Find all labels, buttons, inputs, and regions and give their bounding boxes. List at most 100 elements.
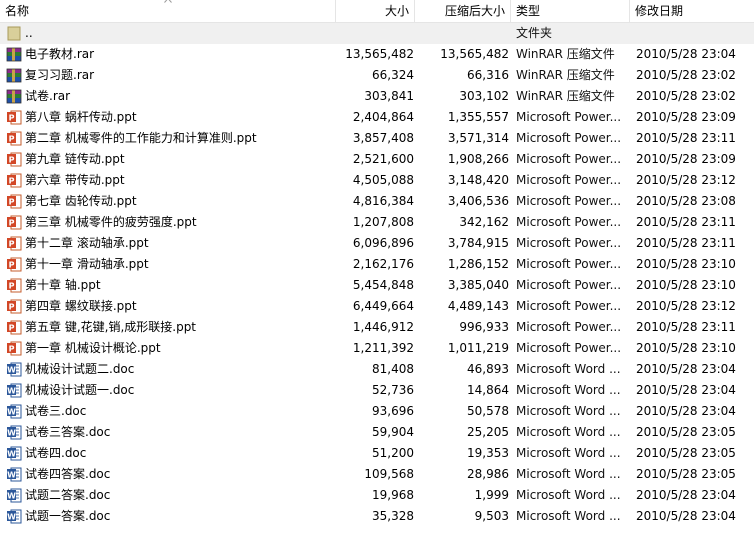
file-packed-size: 303,102 bbox=[459, 89, 509, 103]
file-name-cell: 电子教材.rar bbox=[5, 44, 335, 65]
file-type: Microsoft Power... bbox=[516, 257, 622, 271]
file-packed-size: 3,385,040 bbox=[447, 278, 509, 292]
column-header-modified[interactable]: 修改日期 bbox=[630, 0, 754, 22]
file-row[interactable]: W 试题二答案.doc 19,968 1,999 Microsoft Word … bbox=[0, 485, 754, 506]
svg-text:P: P bbox=[9, 260, 15, 269]
file-row[interactable]: W 试卷三答案.doc 59,904 25,205 Microsoft Word… bbox=[0, 422, 754, 443]
file-packed-size: 996,933 bbox=[459, 320, 509, 334]
file-row[interactable]: W 机械设计试题二.doc 81,408 46,893 Microsoft Wo… bbox=[0, 359, 754, 380]
file-modified: 2010/5/28 23:12 bbox=[636, 299, 736, 313]
file-row[interactable]: P 第十二章 滚动轴承.ppt 6,096,896 3,784,915 Micr… bbox=[0, 233, 754, 254]
svg-text:P: P bbox=[9, 197, 15, 206]
column-header-type[interactable]: 类型 bbox=[511, 0, 630, 22]
file-type: Microsoft Power... bbox=[516, 215, 622, 229]
file-packed-size: 13,565,482 bbox=[440, 47, 509, 61]
file-packed-size: 3,148,420 bbox=[447, 173, 509, 187]
file-row[interactable]: P 第三章 机械零件的疲劳强度.ppt 1,207,808 342,162 Mi… bbox=[0, 212, 754, 233]
file-modified: 2010/5/28 23:10 bbox=[636, 341, 736, 355]
powerpoint-file-icon: P bbox=[7, 236, 22, 251]
rar-archive-icon bbox=[6, 68, 22, 83]
file-row[interactable]: W 机械设计试题一.doc 52,736 14,864 Microsoft Wo… bbox=[0, 380, 754, 401]
file-type: Microsoft Word ... bbox=[516, 425, 621, 439]
file-packed-size: 1,908,266 bbox=[447, 152, 509, 166]
file-row[interactable]: P 第九章 链传动.ppt 2,521,600 1,908,266 Micros… bbox=[0, 149, 754, 170]
file-row[interactable]: P 第一章 机械设计概论.ppt 1,211,392 1,011,219 Mic… bbox=[0, 338, 754, 359]
file-row[interactable]: P 第四章 螺纹联接.ppt 6,449,664 4,489,143 Micro… bbox=[0, 296, 754, 317]
svg-text:W: W bbox=[7, 365, 16, 374]
file-name: 机械设计试题二.doc bbox=[25, 362, 135, 376]
file-name-cell: W 试卷四答案.doc bbox=[5, 464, 335, 485]
word-file-icon: W bbox=[7, 362, 22, 377]
file-size: 1,207,808 bbox=[352, 215, 414, 229]
file-type: Microsoft Word ... bbox=[516, 362, 621, 376]
svg-text:P: P bbox=[9, 344, 15, 353]
file-row[interactable]: P 第十一章 滑动轴承.ppt 2,162,176 1,286,152 Micr… bbox=[0, 254, 754, 275]
file-row[interactable]: W 试卷四.doc 51,200 19,353 Microsoft Word .… bbox=[0, 443, 754, 464]
powerpoint-file-icon: P bbox=[7, 215, 22, 230]
svg-text:W: W bbox=[7, 491, 16, 500]
file-row[interactable]: W 试卷四答案.doc 109,568 28,986 Microsoft Wor… bbox=[0, 464, 754, 485]
svg-text:P: P bbox=[9, 176, 15, 185]
file-size: 303,841 bbox=[364, 89, 414, 103]
column-header-name[interactable]: 名称 bbox=[0, 0, 336, 22]
file-row[interactable]: P 第十章 轴.ppt 5,454,848 3,385,040 Microsof… bbox=[0, 275, 754, 296]
parent-folder-row[interactable]: .. 文件夹 bbox=[0, 23, 754, 44]
file-name: 第一章 机械设计概论.ppt bbox=[25, 341, 161, 355]
file-row[interactable]: P 第二章 机械零件的工作能力和计算准则.ppt 3,857,408 3,571… bbox=[0, 128, 754, 149]
file-packed-size: 4,489,143 bbox=[447, 299, 509, 313]
file-packed-size: 3,406,536 bbox=[447, 194, 509, 208]
file-row[interactable]: 电子教材.rar 13,565,482 13,565,482 WinRAR 压缩… bbox=[0, 44, 754, 65]
svg-text:P: P bbox=[9, 323, 15, 332]
file-row[interactable]: P 第六章 带传动.ppt 4,505,088 3,148,420 Micros… bbox=[0, 170, 754, 191]
file-name-cell: P 第四章 螺纹联接.ppt bbox=[5, 296, 335, 317]
file-type: Microsoft Word ... bbox=[516, 509, 621, 523]
file-modified: 2010/5/28 23:11 bbox=[636, 236, 736, 250]
file-name-cell: P 第七章 齿轮传动.ppt bbox=[5, 191, 335, 212]
file-name-cell: P 第九章 链传动.ppt bbox=[5, 149, 335, 170]
file-name-cell: P 第一章 机械设计概论.ppt bbox=[5, 338, 335, 359]
file-name: 第七章 齿轮传动.ppt bbox=[25, 194, 137, 208]
file-row[interactable]: P 第七章 齿轮传动.ppt 4,816,384 3,406,536 Micro… bbox=[0, 191, 754, 212]
file-row[interactable]: P 第五章 键,花键,销,成形联接.ppt 1,446,912 996,933 … bbox=[0, 317, 754, 338]
file-row[interactable]: W 试卷三.doc 93,696 50,578 Microsoft Word .… bbox=[0, 401, 754, 422]
file-modified: 2010/5/28 23:08 bbox=[636, 194, 736, 208]
file-type: Microsoft Power... bbox=[516, 320, 622, 334]
file-packed-size: 3,784,915 bbox=[447, 236, 509, 250]
file-row[interactable]: 复习习题.rar 66,324 66,316 WinRAR 压缩文件 2010/… bbox=[0, 65, 754, 86]
file-name: 试卷.rar bbox=[25, 89, 71, 103]
file-size: 5,454,848 bbox=[352, 278, 414, 292]
file-name-cell: P 第十二章 滚动轴承.ppt bbox=[5, 233, 335, 254]
column-header-packed[interactable]: 压缩后大小 bbox=[415, 0, 511, 22]
file-name: 第五章 键,花键,销,成形联接.ppt bbox=[25, 320, 197, 334]
file-name-cell: W 试题二答案.doc bbox=[5, 485, 335, 506]
file-size: 2,404,864 bbox=[352, 110, 414, 124]
svg-text:W: W bbox=[7, 449, 16, 458]
file-packed-size: 1,286,152 bbox=[447, 257, 509, 271]
archive-file-list[interactable]: 名称 大小 压缩后大小 类型 修改日期 .. 文件夹 电子教材.rar 13,5… bbox=[0, 0, 754, 542]
svg-text:W: W bbox=[7, 407, 16, 416]
file-size: 59,904 bbox=[372, 425, 414, 439]
file-row[interactable]: W 试题一答案.doc 35,328 9,503 Microsoft Word … bbox=[0, 506, 754, 527]
word-file-icon: W bbox=[7, 488, 22, 503]
svg-text:W: W bbox=[7, 470, 16, 479]
rar-archive-icon bbox=[6, 47, 22, 62]
file-packed-size: 1,355,557 bbox=[447, 110, 509, 124]
file-modified: 2010/5/28 23:09 bbox=[636, 110, 736, 124]
powerpoint-file-icon: P bbox=[7, 320, 22, 335]
file-name: 第九章 链传动.ppt bbox=[25, 152, 125, 166]
svg-text:P: P bbox=[9, 302, 15, 311]
svg-text:W: W bbox=[7, 428, 16, 437]
file-modified: 2010/5/28 23:12 bbox=[636, 173, 736, 187]
file-packed-size: 3,571,314 bbox=[447, 131, 509, 145]
file-modified: 2010/5/28 23:05 bbox=[636, 467, 736, 481]
file-name: 第十二章 滚动轴承.ppt bbox=[25, 236, 149, 250]
parent-folder-name-cell: .. bbox=[5, 23, 335, 44]
file-type: Microsoft Word ... bbox=[516, 383, 621, 397]
file-row[interactable]: P 第八章 蜗杆传动.ppt 2,404,864 1,355,557 Micro… bbox=[0, 107, 754, 128]
file-name-cell: W 试卷三答案.doc bbox=[5, 422, 335, 443]
column-header-size[interactable]: 大小 bbox=[336, 0, 415, 22]
file-row[interactable]: 试卷.rar 303,841 303,102 WinRAR 压缩文件 2010/… bbox=[0, 86, 754, 107]
file-name: 试题一答案.doc bbox=[25, 509, 111, 523]
file-name-cell: P 第十一章 滑动轴承.ppt bbox=[5, 254, 335, 275]
svg-text:P: P bbox=[9, 134, 15, 143]
